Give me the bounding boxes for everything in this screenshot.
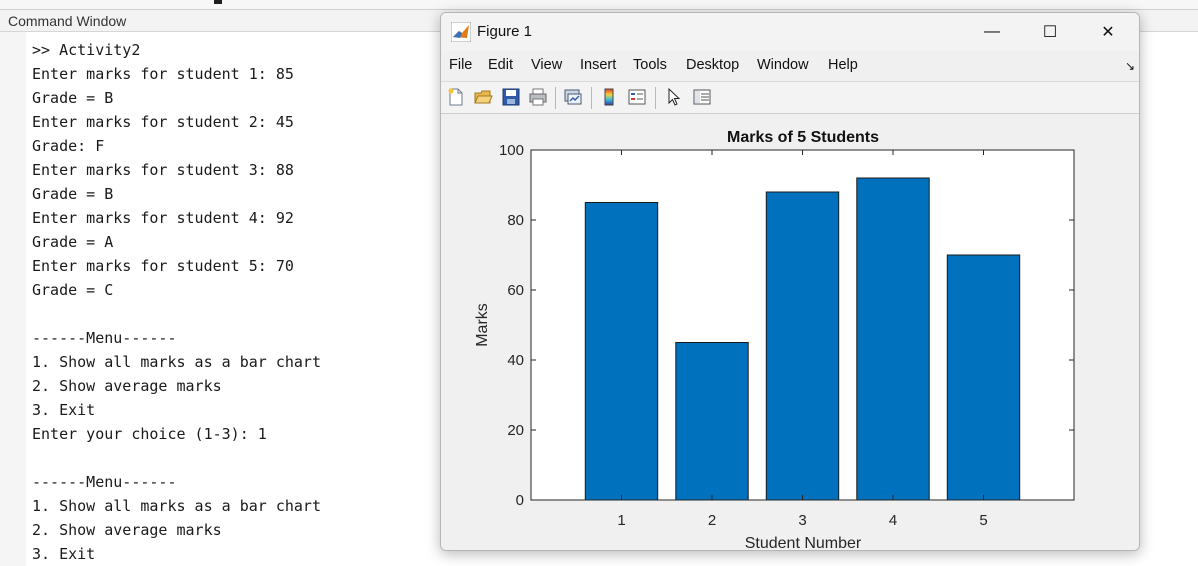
- y-tick-label: 100: [499, 142, 524, 159]
- figure-titlebar[interactable]: Figure 1 — ☐ ✕: [441, 13, 1139, 51]
- y-tick-label: 20: [507, 422, 524, 439]
- command-output-line: Enter marks for student 3: 88: [32, 161, 294, 179]
- bar-student-5: [946, 254, 1021, 501]
- chart-title: Marks of 5 Students: [727, 129, 879, 146]
- command-output-line: ------Menu------: [32, 473, 177, 491]
- menu-help[interactable]: Help: [828, 57, 858, 73]
- figure-toolbar: [441, 81, 1139, 114]
- x-tick-label: 2: [708, 512, 716, 529]
- command-output-line: Grade = B: [32, 185, 114, 203]
- command-output-line: [32, 302, 442, 326]
- y-tick-label: 40: [507, 352, 524, 369]
- open-file-icon[interactable]: [473, 87, 493, 107]
- menu-desktop[interactable]: Desktop: [686, 57, 739, 73]
- command-output-line: 1. Show all marks as a bar chart: [32, 497, 321, 515]
- command-output-line: Grade = A: [32, 233, 114, 251]
- command-output-line: Enter marks for student 2: 45: [32, 113, 294, 131]
- y-axis-label: Marks: [474, 303, 491, 347]
- toolbar-separator: [591, 87, 592, 109]
- y-tick-label: 80: [507, 212, 524, 229]
- legend-icon[interactable]: [627, 87, 647, 107]
- y-tick-label: 60: [507, 282, 524, 299]
- toolbar-separator: [655, 87, 656, 109]
- menu-window[interactable]: Window: [757, 57, 809, 73]
- top-strip: [0, 0, 1198, 10]
- x-tick-label: 4: [889, 512, 897, 529]
- command-window-output[interactable]: >> Activity2 Enter marks for student 1: 8…: [32, 38, 442, 566]
- menu-file[interactable]: File: [449, 57, 472, 73]
- undock-arrow-icon[interactable]: ↘: [1125, 59, 1135, 73]
- menu-tools[interactable]: Tools: [633, 57, 667, 73]
- x-tick-label: 5: [979, 512, 987, 529]
- figure-title: Figure 1: [477, 23, 533, 40]
- bar-student-4: [856, 177, 930, 501]
- command-output-line: Enter marks for student 1: 85: [32, 65, 294, 83]
- bar-student-1: [584, 202, 659, 501]
- bar-chart: Marks of 5 Students 1 2 3 4 5 0 20 40 60 80 100 St…: [474, 129, 1075, 551]
- command-output-line: Enter your choice (1-3): 1: [32, 425, 267, 443]
- toolbar-separator: [555, 87, 556, 109]
- command-output-line: Enter marks for student 5: 70: [32, 257, 294, 275]
- command-output-line: 2. Show average marks: [32, 377, 222, 395]
- pointer-icon[interactable]: [664, 87, 684, 107]
- command-output-line: >> Activity2: [32, 41, 141, 59]
- maximize-button[interactable]: ☐: [1027, 19, 1073, 45]
- command-output-line: Grade = B: [32, 89, 114, 107]
- command-output-line: 1. Show all marks as a bar chart: [32, 353, 321, 371]
- command-output-line: 3. Exit: [32, 401, 96, 419]
- command-output-line: Grade = C: [32, 281, 114, 299]
- figure-window[interactable]: Figure 1 — ☐ ✕ File Edit View Insert Too…: [440, 12, 1140, 551]
- close-button[interactable]: ✕: [1085, 19, 1131, 45]
- menu-edit[interactable]: Edit: [488, 57, 513, 73]
- save-icon[interactable]: [501, 87, 521, 107]
- command-output-line: ------Menu------: [32, 329, 177, 347]
- figure-canvas[interactable]: Marks of 5 Students 1 2 3 4 5 0 20 40 60 80 100 St…: [441, 115, 1139, 551]
- minimize-button[interactable]: —: [969, 19, 1015, 45]
- new-figure-icon[interactable]: [446, 87, 466, 107]
- command-window-gutter: [0, 32, 26, 566]
- menu-insert[interactable]: Insert: [580, 57, 616, 73]
- colorbar-icon[interactable]: [599, 87, 619, 107]
- print-icon[interactable]: [528, 87, 548, 107]
- matlab-logo-icon: [451, 22, 471, 42]
- bar-student-2: [675, 342, 749, 501]
- cursor-mark: [214, 0, 222, 4]
- link-plot-icon[interactable]: [563, 87, 583, 107]
- menu-view[interactable]: View: [531, 57, 562, 73]
- command-output-line: 3. Exit: [32, 545, 96, 563]
- x-tick-label: 1: [617, 512, 625, 529]
- command-output-line: 2. Show average marks: [32, 521, 222, 539]
- bar-student-3: [765, 191, 840, 501]
- property-inspector-icon[interactable]: [692, 87, 712, 107]
- x-axis-label: Student Number: [745, 535, 862, 551]
- command-output-line: Grade: F: [32, 137, 105, 155]
- command-output-line: Enter marks for student 4: 92: [32, 209, 294, 227]
- command-output-line: [32, 446, 442, 470]
- figure-menubar: File Edit View Insert Tools Desktop Wind…: [441, 53, 1139, 79]
- command-window-title: Command Window: [8, 13, 127, 29]
- y-tick-label: 0: [516, 492, 524, 509]
- x-tick-label: 3: [798, 512, 806, 529]
